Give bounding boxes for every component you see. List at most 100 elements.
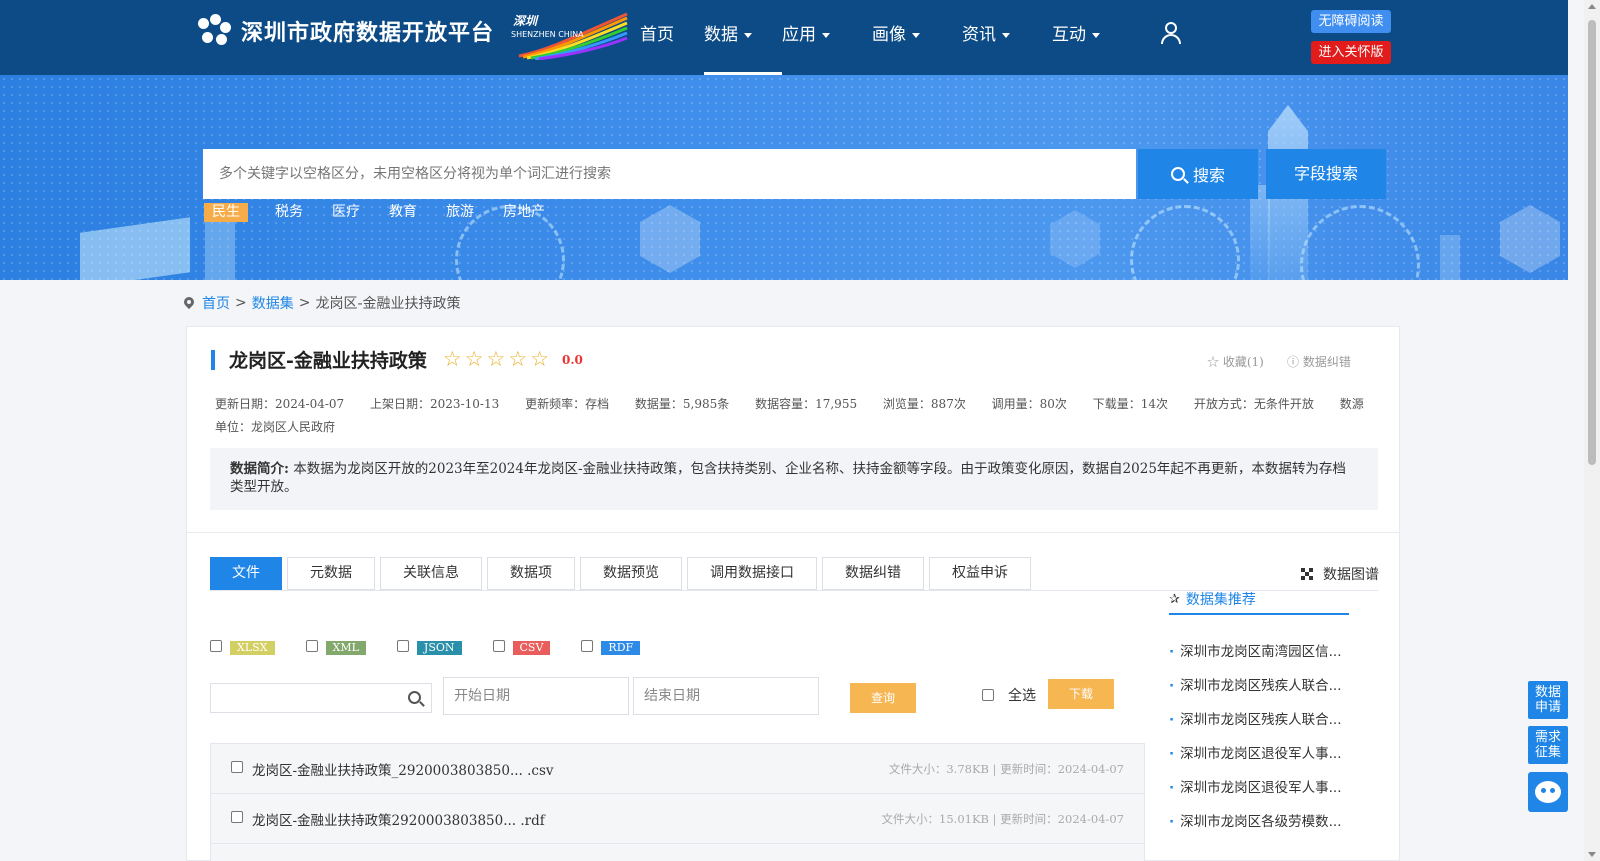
data-graph-link[interactable]: 数据图谱 (1301, 564, 1379, 584)
rating-stars[interactable]: ☆ ☆ ☆ ☆ ☆ (443, 349, 552, 370)
file-filter-row: 开始日期 结束日期 查询 全选 下载 (210, 677, 1114, 717)
star-icon[interactable]: ☆ (465, 349, 484, 370)
tab-data-items[interactable]: 数据项 (487, 557, 575, 590)
nav-portrait[interactable]: 画像 (872, 0, 962, 75)
meta-listing-date: 上架日期：2023-10-13 (370, 397, 500, 411)
recommend-item[interactable]: 深圳市龙岗区退役军人事... (1169, 771, 1351, 805)
data-request-float-button[interactable]: 数据申请 (1528, 681, 1568, 719)
hot-tag[interactable]: 旅游 (444, 203, 476, 222)
star-icon[interactable]: ☆ (508, 349, 527, 370)
tab-related-info[interactable]: 关联信息 (380, 557, 482, 590)
tab-data-preview[interactable]: 数据预览 (580, 557, 682, 590)
hot-tags: 民生 税务 医疗 教育 旅游 房地产 (204, 203, 572, 222)
checkbox[interactable] (396, 640, 409, 652)
site-logo[interactable]: 深圳市政府数据开放平台 (198, 14, 494, 48)
meta-calls: 调用量：80次 (991, 397, 1067, 411)
detail-tabs: 文件 元数据 关联信息 数据项 数据预览 调用数据接口 数据纠错 权益申诉 (210, 557, 1036, 590)
search-input[interactable] (203, 149, 1136, 199)
format-csv[interactable]: CSV (492, 637, 551, 655)
hot-tag[interactable]: 医疗 (330, 203, 362, 222)
demand-collect-float-button[interactable]: 需求征集 (1528, 726, 1568, 764)
tab-api[interactable]: 调用数据接口 (687, 557, 817, 590)
scroll-down-icon[interactable] (1588, 852, 1596, 857)
care-mode-button[interactable]: 进入关怀版 (1311, 41, 1391, 64)
checkbox[interactable] (982, 689, 994, 701)
meta-update-date: 更新日期：2024-04-07 (215, 397, 345, 411)
download-button[interactable]: 下载 (1048, 679, 1114, 709)
scroll-up-icon[interactable] (1588, 4, 1596, 9)
meta-views: 浏览量：887次 (882, 397, 966, 411)
recommend-item[interactable]: 深圳市龙岗区退役军人事... (1169, 737, 1351, 771)
nav-apps[interactable]: 应用 (782, 0, 872, 75)
file-row[interactable]: 龙岗区-金融业扶持政策_2920003803850... .csv 文件大小：3… (210, 743, 1145, 793)
dataset-header: 龙岗区-金融业扶持政策 ☆ ☆ ☆ ☆ ☆ 0.0 (211, 346, 583, 373)
nav-news[interactable]: 资讯 (962, 0, 1052, 75)
search-icon[interactable] (408, 691, 421, 704)
star-icon[interactable]: ☆ (530, 349, 549, 370)
checkbox[interactable] (492, 640, 505, 652)
start-date-input[interactable]: 开始日期 (443, 677, 629, 715)
select-all[interactable]: 全选 (982, 685, 1036, 705)
star-icon[interactable]: ☆ (487, 349, 506, 370)
format-xml[interactable]: XML (305, 637, 366, 655)
scrollbar-thumb[interactable] (1588, 20, 1596, 465)
hot-tag[interactable]: 房地产 (501, 203, 547, 222)
file-name[interactable]: 龙岗区-金融业扶持政策2920003803850... .rdf (252, 809, 545, 829)
file-list: 龙岗区-金融业扶持政策_2920003803850... .csv 文件大小：3… (210, 743, 1145, 861)
nav-interaction[interactable]: 互动 (1052, 0, 1142, 75)
format-rdf[interactable]: RDF (581, 637, 641, 655)
chevron-down-icon (1092, 32, 1100, 38)
checkbox[interactable] (231, 811, 243, 823)
file-row[interactable]: 龙岗区-金融业扶持政策2920003803850... .rdf 文件大小：15… (210, 793, 1145, 843)
tab-files[interactable]: 文件 (210, 557, 282, 590)
intro-text: 本数据为龙岗区开放的2023年至2024年龙岗区-金融业扶持政策，包含扶持类别、… (230, 461, 1346, 495)
format-xlsx[interactable]: XLSX (210, 637, 275, 655)
file-name[interactable]: 龙岗区-金融业扶持政策_2920003803850... .csv (252, 759, 554, 779)
hot-tag[interactable]: 民生 (204, 203, 248, 222)
recommend-item[interactable]: 深圳市龙岗区各级劳模数... (1169, 805, 1351, 839)
format-filters: XLSX XML JSON CSV RDF (210, 637, 671, 655)
page-scrollbar[interactable] (1584, 0, 1600, 861)
chevron-down-icon (822, 32, 830, 38)
dataset-card: 龙岗区-金融业扶持政策 ☆ ☆ ☆ ☆ ☆ 0.0 ☆ 收藏(1) ⓘ 数据纠错… (186, 326, 1400, 861)
file-keyword-input[interactable] (210, 683, 432, 713)
breadcrumb-datasets[interactable]: 数据集 (252, 293, 294, 313)
breadcrumb-home[interactable]: 首页 (202, 293, 230, 313)
query-button[interactable]: 查询 (850, 683, 916, 713)
favorite-button[interactable]: ☆ 收藏(1) (1207, 353, 1264, 370)
chevron-down-icon (912, 32, 920, 38)
star-icon[interactable]: ☆ (443, 349, 462, 370)
format-json[interactable]: JSON (396, 637, 462, 655)
breadcrumb-current: 龙岗区-金融业扶持政策 (315, 296, 461, 312)
search-button[interactable]: 搜索 (1138, 149, 1258, 199)
checkbox[interactable] (210, 640, 222, 652)
end-date-input[interactable]: 结束日期 (633, 677, 819, 715)
tab-correction[interactable]: 数据纠错 (822, 557, 924, 590)
graph-icon (1301, 568, 1313, 580)
data-correction-link[interactable]: ⓘ 数据纠错 (1287, 353, 1351, 370)
robot-assistant-icon[interactable] (1528, 772, 1568, 812)
checkbox[interactable] (231, 761, 243, 773)
hot-tag[interactable]: 教育 (387, 203, 419, 222)
pushpin-icon: ✰ (1169, 591, 1180, 607)
shenzhen-china-badge: 深圳 SHENZHEN CHINA (509, 10, 629, 60)
chevron-down-icon (1002, 32, 1010, 38)
dataset-title: 龙岗区-金融业扶持政策 (229, 350, 427, 372)
top-navbar: 深圳市政府数据开放平台 深圳 SHENZHEN CHINA 首页 数据 应用 画… (0, 0, 1568, 75)
checkbox[interactable] (305, 640, 318, 652)
recommend-item[interactable]: 深圳市龙岗区南湾园区信... (1169, 635, 1351, 669)
hot-tag[interactable]: 税务 (273, 203, 305, 222)
checkbox[interactable] (581, 640, 594, 652)
nav-home[interactable]: 首页 (640, 0, 704, 75)
accessibility-button[interactable]: 无障碍阅读 (1311, 10, 1391, 33)
field-search-button[interactable]: 字段搜索 (1266, 149, 1386, 199)
dataset-intro: 数据简介: 本数据为龙岗区开放的2023年至2024年龙岗区-金融业扶持政策，包… (210, 448, 1378, 510)
tab-metadata[interactable]: 元数据 (287, 557, 375, 590)
file-row[interactable] (210, 843, 1145, 861)
tab-appeal[interactable]: 权益申诉 (929, 557, 1031, 590)
meta-record-count: 数据量：5,985条 (634, 397, 730, 411)
recommend-item[interactable]: 深圳市龙岗区残疾人联合... (1169, 703, 1351, 737)
nav-data[interactable]: 数据 (704, 0, 782, 75)
recommend-item[interactable]: 深圳市龙岗区残疾人联合... (1169, 669, 1351, 703)
user-icon[interactable] (1160, 22, 1182, 46)
